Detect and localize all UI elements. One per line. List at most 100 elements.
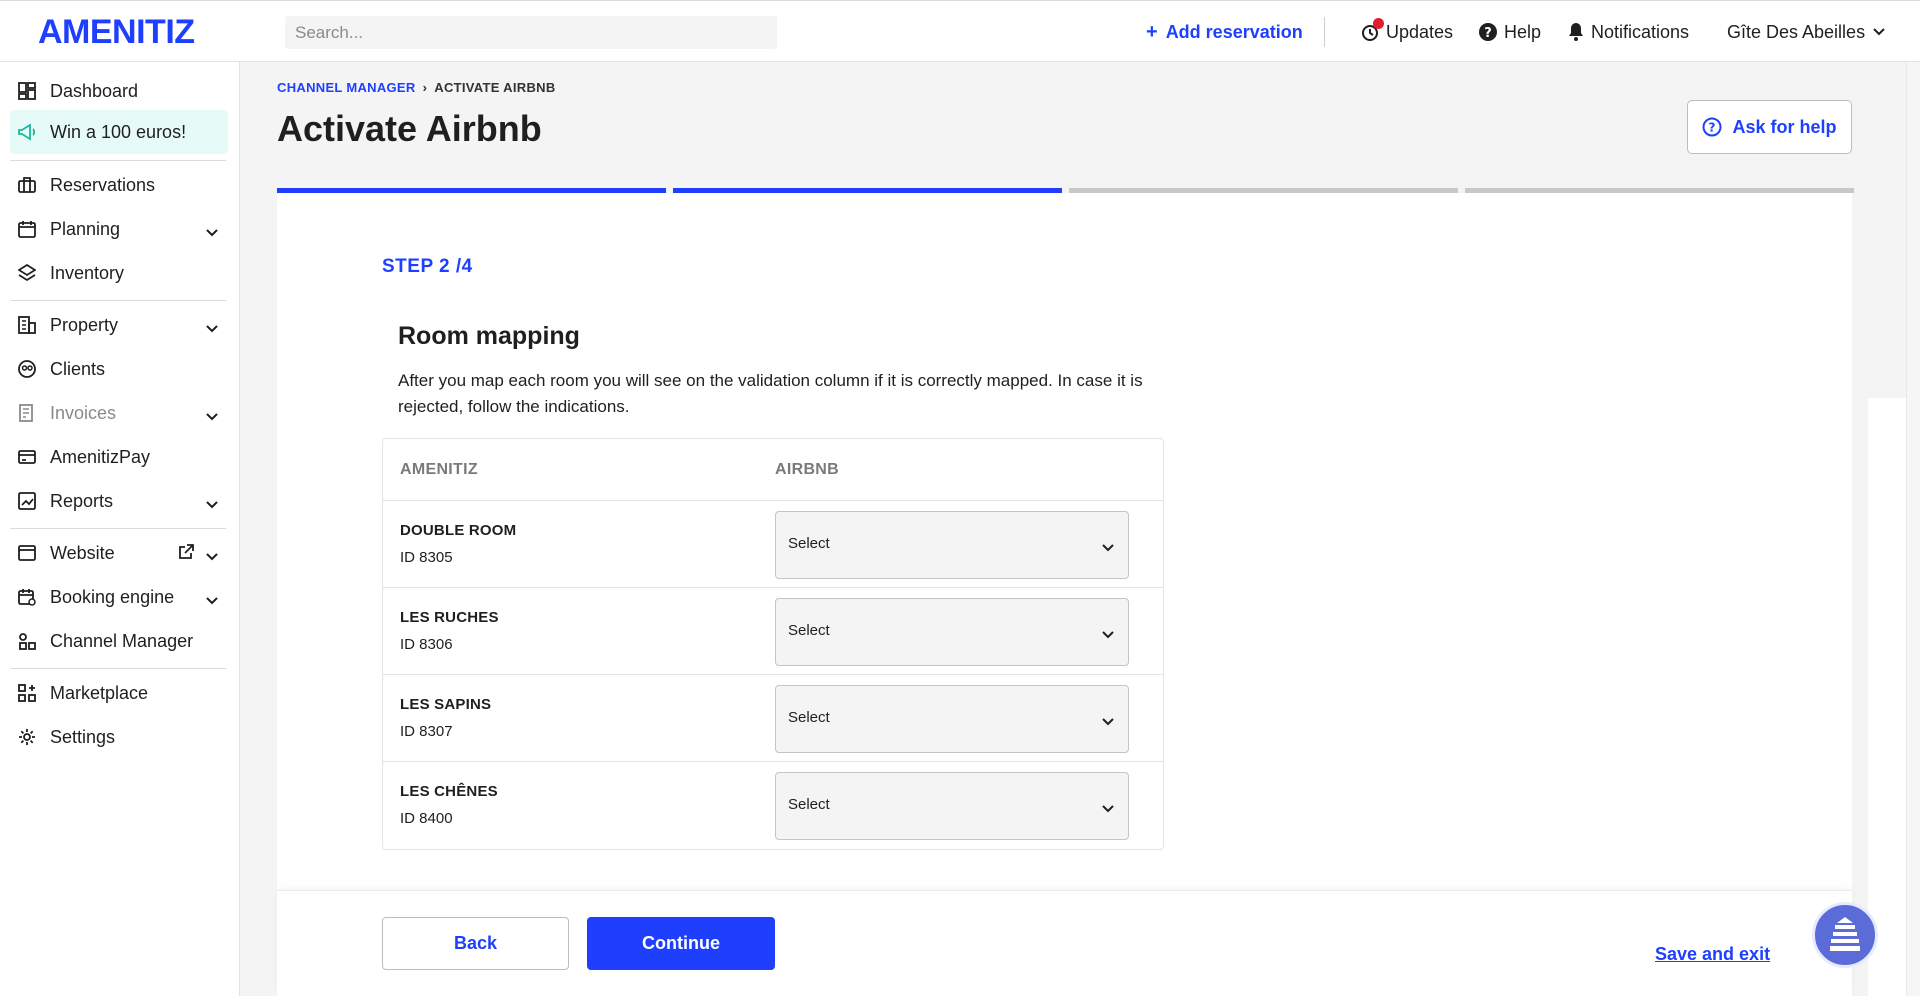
bell-icon	[1567, 22, 1585, 42]
sidebar-divider	[10, 528, 226, 529]
sidebar-item-label: Clients	[50, 358, 106, 379]
sidebar-item-label: Reports	[50, 490, 114, 511]
sidebar-item-reservations[interactable]: Reservations	[10, 166, 228, 204]
chat-widget-button[interactable]	[1812, 902, 1878, 968]
page-scrollbar[interactable]	[1906, 62, 1920, 996]
top-bar: AMENITIZ Search... + Add reservation Upd…	[0, 0, 1920, 62]
sidebar-item-booking-engine[interactable]: Booking engine	[10, 578, 228, 616]
megaphone-icon	[16, 121, 38, 143]
sidebar-item-settings[interactable]: Settings	[10, 718, 228, 756]
clients-icon	[16, 358, 38, 380]
chart-icon	[16, 490, 38, 512]
section-description: After you map each room you will see on …	[398, 371, 1143, 416]
room-id: ID 8306	[400, 636, 453, 653]
sidebar-item-channel-manager[interactable]: Channel Manager	[10, 622, 228, 660]
grid-plus-icon	[16, 682, 38, 704]
sidebar-item-label: Booking engine	[50, 586, 175, 607]
sidebar-item-label: Marketplace	[50, 682, 149, 703]
airbnb-room-select[interactable]: Select	[775, 685, 1129, 753]
svg-text:?: ?	[1484, 26, 1492, 41]
room-name: LES CHÊNES	[400, 783, 498, 800]
property-switcher[interactable]: Gîte Des Abeilles	[1727, 1, 1885, 63]
sidebar-item-label: Reservations	[50, 174, 156, 195]
sidebar-item-reports[interactable]: Reports	[10, 482, 228, 520]
breadcrumb-current: ACTIVATE AIRBNB	[434, 80, 556, 95]
building-icon	[16, 314, 38, 336]
channel-icon	[16, 630, 38, 652]
chat-widget-icon	[1830, 917, 1860, 951]
ask-for-help-button[interactable]: ? Ask for help	[1687, 100, 1852, 154]
updates-button[interactable]: Updates	[1360, 1, 1453, 63]
question-circle-icon: ?	[1702, 117, 1722, 137]
table-row: DOUBLE ROOM ID 8305 Select	[383, 501, 1163, 588]
chevron-down-icon	[206, 221, 218, 242]
sidebar-divider	[10, 160, 226, 161]
back-button[interactable]: Back	[382, 917, 569, 970]
column-header-airbnb: AIRBNB	[775, 461, 840, 478]
sidebar-item-marketplace[interactable]: Marketplace	[10, 674, 228, 712]
sidebar-item-label: Inventory	[50, 262, 125, 283]
external-link-icon[interactable]	[178, 544, 194, 565]
breadcrumb: CHANNEL MANAGER › ACTIVATE AIRBNB	[277, 80, 556, 95]
sidebar-item-property[interactable]: Property	[10, 306, 228, 344]
column-header-amenitiz: AMENITIZ	[400, 461, 478, 478]
sidebar-item-label: Dashboard	[50, 80, 139, 101]
select-value: Select	[788, 535, 830, 552]
layers-icon	[16, 262, 38, 284]
table-header: AMENITIZ AIRBNB	[383, 439, 1163, 501]
sidebar-item-inventory[interactable]: Inventory	[10, 254, 228, 292]
sidebar-item-promo[interactable]: Win a 100 euros!	[10, 110, 228, 154]
select-value: Select	[788, 622, 830, 639]
chevron-down-icon	[206, 589, 218, 610]
sidebar-item-website[interactable]: Website	[10, 534, 228, 572]
help-button[interactable]: ? Help	[1478, 1, 1541, 63]
chevron-down-icon	[206, 317, 218, 338]
sidebar-item-dashboard[interactable]: Dashboard	[10, 72, 228, 110]
chevron-down-icon	[206, 405, 218, 426]
topbar-divider	[1324, 17, 1325, 47]
step-label: STEP 2 /4	[382, 256, 473, 277]
card-icon	[16, 446, 38, 468]
airbnb-room-select[interactable]: Select	[775, 598, 1129, 666]
help-label: Help	[1504, 21, 1542, 42]
sidebar-item-amenitizpay[interactable]: AmenitizPay	[10, 438, 228, 476]
chevron-down-icon	[1102, 539, 1114, 557]
save-and-exit-link[interactable]: Save and exit	[1655, 944, 1770, 965]
browser-icon	[16, 542, 38, 564]
sidebar-item-label: AmenitizPay	[50, 446, 151, 467]
room-name: LES RUCHES	[400, 609, 499, 626]
notifications-button[interactable]: Notifications	[1567, 1, 1689, 63]
section-title: Room mapping	[398, 322, 580, 350]
select-value: Select	[788, 709, 830, 726]
invoice-icon	[16, 402, 38, 424]
room-id: ID 8305	[400, 549, 453, 566]
airbnb-room-select[interactable]: Select	[775, 772, 1129, 840]
chevron-down-icon	[1102, 713, 1114, 731]
sidebar: Dashboard Win a 100 euros! Reservations …	[0, 62, 240, 996]
room-name: LES SAPINS	[400, 696, 492, 713]
sidebar-divider	[10, 668, 226, 669]
suitcase-icon	[16, 174, 38, 196]
breadcrumb-channel-manager[interactable]: CHANNEL MANAGER	[277, 80, 416, 95]
chevron-down-icon	[1102, 800, 1114, 818]
calendar-check-icon	[16, 586, 38, 608]
add-reservation-button[interactable]: + Add reservation	[1146, 1, 1303, 63]
updates-label: Updates	[1386, 21, 1454, 42]
sidebar-item-planning[interactable]: Planning	[10, 210, 228, 248]
sidebar-item-label: Win a 100 euros!	[50, 121, 187, 142]
plus-icon: +	[1146, 20, 1158, 43]
ask-for-help-label: Ask for help	[1732, 116, 1837, 137]
sidebar-item-clients[interactable]: Clients	[10, 350, 228, 388]
sidebar-item-label: Property	[50, 314, 119, 335]
table-row: LES RUCHES ID 8306 Select	[383, 588, 1163, 675]
room-id: ID 8307	[400, 723, 453, 740]
airbnb-room-select[interactable]: Select	[775, 511, 1129, 579]
sidebar-divider	[10, 300, 226, 301]
property-name: Gîte Des Abeilles	[1727, 21, 1866, 42]
continue-button[interactable]: Continue	[587, 917, 775, 970]
calendar-icon	[16, 218, 38, 240]
sidebar-item-invoices[interactable]: Invoices	[10, 394, 228, 432]
updates-icon	[1360, 18, 1384, 42]
amenitiz-logo[interactable]: AMENITIZ	[38, 13, 195, 52]
search-input[interactable]: Search...	[285, 16, 777, 49]
